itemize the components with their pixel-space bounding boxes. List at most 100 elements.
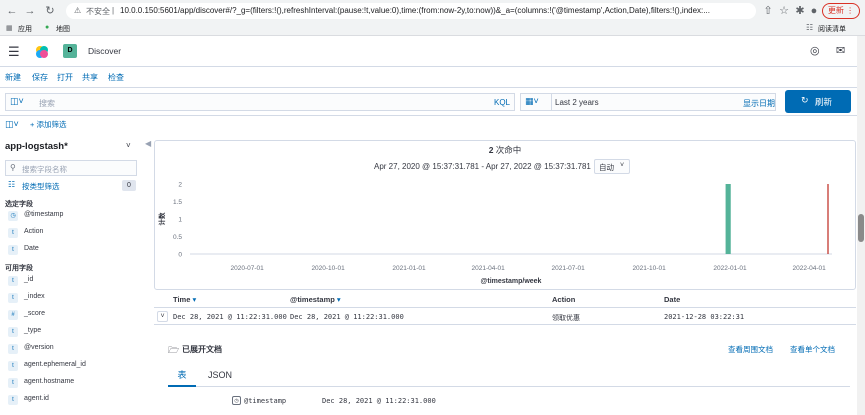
view-single-link[interactable]: 查看单个文档: [790, 344, 835, 355]
histogram-chart: 0 0.5 1 1.5 2 2020-07-01 2020-10-01 2021-01-01 2…: [157, 182, 832, 285]
expanded-doc-title: 已展开文档: [182, 345, 222, 354]
share-icon[interactable]: ⇧: [760, 3, 776, 19]
add-filter-link[interactable]: + 添加筛选: [30, 119, 66, 130]
search-icon: ⚲: [10, 163, 16, 172]
tab-table[interactable]: 表: [168, 365, 196, 387]
profile-icon[interactable]: ●: [806, 3, 822, 19]
forward-icon[interactable]: →: [22, 3, 38, 19]
query-input-wrapper: ◫˅ 搜索 KQL: [5, 93, 515, 111]
sort-icon: ▾: [192, 295, 197, 304]
tab-json[interactable]: JSON: [204, 365, 236, 387]
reading-list[interactable]: 阅读清单: [818, 24, 846, 34]
map-icon: ●: [45, 24, 50, 31]
column-header-timestamp[interactable]: @timestamp ▾: [290, 295, 341, 304]
doc-field-name: @timestamp: [244, 397, 287, 405]
field-name: _id: [24, 276, 34, 283]
doc-tabs: 表 JSON: [168, 365, 850, 387]
field-item[interactable]: t agent.hostname: [8, 376, 148, 390]
column-header-time[interactable]: Time ▾: [173, 295, 196, 304]
share-link[interactable]: 共享: [82, 72, 98, 83]
time-range[interactable]: Last 2 years: [555, 98, 599, 107]
index-pattern-name[interactable]: app-logstash*: [5, 141, 68, 152]
hits-number: 2: [488, 145, 494, 155]
help-icon[interactable]: ◎: [810, 44, 820, 57]
x-tick-label: 2021-07-01: [552, 265, 586, 272]
address-bar[interactable]: ⚠ 不安全 | 10.0.0.150:5601/app/discover#/?_…: [66, 3, 756, 19]
update-button[interactable]: 更新 ⋮: [822, 3, 860, 19]
new-link[interactable]: 新建: [5, 72, 21, 83]
field-item[interactable]: t agent.id: [8, 393, 148, 407]
collapse-sidebar-icon[interactable]: ◀: [145, 139, 151, 148]
y-axis-label: 计数: [157, 212, 166, 226]
x-tick-label: 2021-10-01: [632, 265, 666, 272]
column-label: Time: [173, 295, 191, 304]
update-label: 更新: [827, 6, 844, 15]
string-type-icon: t: [8, 361, 18, 371]
filter-by-type-link[interactable]: 按类型筛选: [22, 181, 60, 192]
column-header-action[interactable]: Action: [552, 295, 575, 304]
kql-toggle[interactable]: KQL: [494, 98, 510, 107]
star-icon[interactable]: ☆: [776, 3, 792, 19]
folder-icon: 🗁: [168, 345, 180, 355]
interval-value: 自动: [599, 163, 614, 172]
menu-icon[interactable]: ☰: [8, 44, 20, 60]
string-type-icon: t: [8, 378, 18, 388]
field-name: _score: [24, 310, 46, 317]
field-item[interactable]: ◷ @timestamp: [8, 209, 148, 223]
scrollbar-thumb[interactable]: [858, 214, 864, 242]
field-item[interactable]: t @version: [8, 342, 148, 356]
inspect-link[interactable]: 检查: [108, 72, 124, 83]
field-name: Date: [24, 245, 39, 252]
field-item[interactable]: # _score: [8, 308, 148, 322]
field-search-placeholder: 搜索字段名称: [22, 165, 67, 174]
field-item[interactable]: t _index: [8, 291, 148, 305]
sort-icon: ▾: [336, 295, 341, 304]
save-link[interactable]: 保存: [32, 72, 48, 83]
back-icon[interactable]: ←: [4, 3, 20, 19]
field-name: @timestamp: [24, 211, 64, 218]
field-item[interactable]: t _id: [8, 274, 148, 288]
warning-icon: ⚠: [74, 6, 82, 15]
field-search-input[interactable]: ⚲ 搜索字段名称: [5, 160, 137, 176]
field-item[interactable]: t Date: [8, 243, 148, 257]
space-avatar[interactable]: D: [63, 44, 77, 58]
search-input[interactable]: 搜索: [39, 98, 55, 109]
view-surrounding-link[interactable]: 查看周围文档: [728, 344, 773, 355]
field-item[interactable]: t agent.ephemeral_id: [8, 359, 148, 373]
x-tick-label: 2020-07-01: [231, 265, 265, 272]
open-link[interactable]: 打开: [57, 72, 73, 83]
elastic-logo-icon[interactable]: [35, 45, 49, 59]
browser-chrome: ← → ↻ ⚠ 不安全 | 10.0.0.150:5601/app/discov…: [0, 0, 865, 36]
saved-query-icon[interactable]: ◫˅: [10, 96, 24, 107]
string-type-icon: t: [8, 344, 18, 354]
apps-icon[interactable]: ▦: [6, 24, 13, 32]
x-axis-label: @timestamp/week: [481, 278, 542, 285]
field-item[interactable]: t _type: [8, 325, 148, 339]
y-tick-label: 2: [178, 182, 182, 189]
filter-options-icon[interactable]: ◫˅: [5, 119, 19, 130]
hits-label: 次命中: [495, 145, 522, 155]
chevron-down-icon[interactable]: ˅: [126, 141, 131, 150]
field-item[interactable]: t Action: [8, 226, 148, 240]
refresh-button[interactable]: ↻ 刷新: [785, 90, 851, 113]
x-tick-label: 2022-01-01: [713, 265, 747, 272]
show-dates-link[interactable]: 显示日期: [743, 98, 775, 109]
table-row[interactable]: ˅ Dec 28, 2021 @ 11:22:31.000 Dec 28, 20…: [154, 309, 856, 325]
mail-icon[interactable]: ✉: [836, 44, 845, 57]
bookmark-map[interactable]: 地图: [56, 24, 70, 34]
column-header-date[interactable]: Date: [664, 295, 680, 304]
chevron-down-icon[interactable]: ˅: [157, 311, 168, 322]
field-name: Action: [24, 228, 44, 235]
discover-main: 2 次命中 Apr 27, 2020 @ 15:37:31.781 - Apr …: [154, 134, 865, 415]
reading-list-icon[interactable]: ☷: [806, 23, 813, 32]
string-type-icon: t: [8, 245, 18, 255]
selected-fields-title: 选定字段: [5, 201, 33, 208]
calendar-icon[interactable]: ▦˅: [525, 96, 539, 107]
x-tick-label: 2022-04-01: [793, 265, 827, 272]
kibana-header: ☰ D Discover ◎ ✉: [0, 37, 865, 67]
y-tick-label: 0.5: [173, 234, 182, 241]
bookmark-apps[interactable]: 应用: [18, 24, 32, 34]
scrollbar-track[interactable]: [857, 36, 865, 415]
reload-icon[interactable]: ↻: [42, 3, 58, 19]
interval-select[interactable]: 自动 ˅: [594, 159, 630, 174]
